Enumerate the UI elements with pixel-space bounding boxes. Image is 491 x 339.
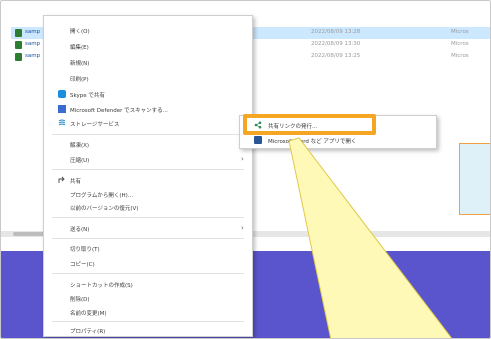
menu-item-label: コピー(C) [70,262,95,268]
menu-separator [52,238,244,239]
menu-separator [52,321,244,322]
skype-icon [58,90,66,98]
file-name: samp [25,41,41,47]
menu-item-rename[interactable]: 名前の変更(M) [44,306,252,319]
menu-item-decompress[interactable]: 解凍(X) › [44,138,252,151]
menu-item-label: 共有 [70,179,82,185]
menu-item-compress[interactable]: 圧縮(U) › [44,153,252,166]
menu-item-label: プロパティ(R) [70,329,106,335]
menu-item-open[interactable]: 開く(O) [44,24,252,37]
menu-item-label: 新規(N) [70,61,90,67]
menu-item-label: ストレージサービス [70,122,120,128]
file-icon [15,29,22,37]
menu-item-label: 解凍(X) [70,143,90,149]
menu-item-label: ショートカットの作成(S) [70,283,133,289]
menu-item-label: 以前のバージョンの復元(V) [70,206,139,212]
share-icon [58,176,66,184]
menu-item-label: Microsoft Defender でスキャンする... [70,108,168,114]
menu-separator [52,273,244,274]
chevron-right-icon: › [241,224,244,232]
file-name: samp [25,53,41,59]
menu-item-skype-share[interactable]: Skype で共有 [44,88,252,101]
menu-separator [52,169,244,170]
menu-item-label: 編集(E) [70,45,89,51]
chevron-right-icon: › [241,155,244,163]
file-name: samp [25,29,41,35]
menu-item-label: 開く(O) [70,29,90,35]
menu-item-label: 圧縮(U) [70,158,90,164]
file-type: Micros [451,41,469,47]
menu-item-label: 削除(D) [70,297,90,303]
menu-item-create-shortcut[interactable]: ショートカットの作成(S) [44,278,252,291]
menu-item-label: Skype で共有 [70,93,105,99]
file-type: Micros [451,53,469,59]
app-icon [254,136,262,144]
menu-item-properties[interactable]: プロパティ(R) [44,324,252,337]
storage-icon [58,119,66,127]
menu-item-new[interactable]: 新規(N) [44,56,252,69]
file-date: 2022/08/09 13:28 [311,29,361,35]
menu-item-copy[interactable]: コピー(C) [44,257,252,270]
context-menu: 開く(O) 編集(E) 新規(N) 印刷(P) Skype で共有 Micros… [43,15,253,337]
file-date: 2022/08/09 13:25 [311,53,361,59]
menu-item-label: 名前の変更(M) [70,311,107,317]
file-date: 2022/08/09 13:30 [311,41,361,47]
defender-icon [58,105,66,113]
menu-item-delete[interactable]: 削除(D) [44,292,252,305]
menu-item-label: 送る(N) [70,227,90,233]
menu-item-open-with[interactable]: プログラムから開く(H)... [44,188,252,201]
submenu-item-open-in-app[interactable]: Microsoft Word など アプリで開く [240,133,436,147]
menu-item-restore-previous[interactable]: 以前のバージョンの復元(V) [44,201,252,214]
menu-item-storage-service[interactable]: ストレージサービス [44,117,252,130]
menu-item-edit[interactable]: 編集(E) [44,40,252,53]
callout-box [459,143,490,215]
menu-item-label: 切り取り(T) [70,247,100,253]
file-icon [15,41,22,49]
menu-item-label: プログラムから開く(H)... [70,193,134,199]
highlight-box [243,114,376,135]
file-type: Micros [451,29,469,35]
submenu-item-label: Microsoft Word など アプリで開く [268,139,357,145]
menu-item-send-to[interactable]: 送る(N) › [44,222,252,235]
screenshot-frame: samp 2022/08/09 13:28 Micros samp 2022/0… [0,0,491,339]
menu-item-defender-scan[interactable]: Microsoft Defender でスキャンする... [44,103,252,116]
menu-item-label: 印刷(P) [70,77,89,83]
file-icon [15,53,22,61]
menu-separator [52,134,244,135]
menu-separator [52,217,244,218]
menu-item-cut[interactable]: 切り取り(T) [44,242,252,255]
menu-item-share[interactable]: 共有 [44,174,252,187]
menu-item-print[interactable]: 印刷(P) [44,72,252,85]
